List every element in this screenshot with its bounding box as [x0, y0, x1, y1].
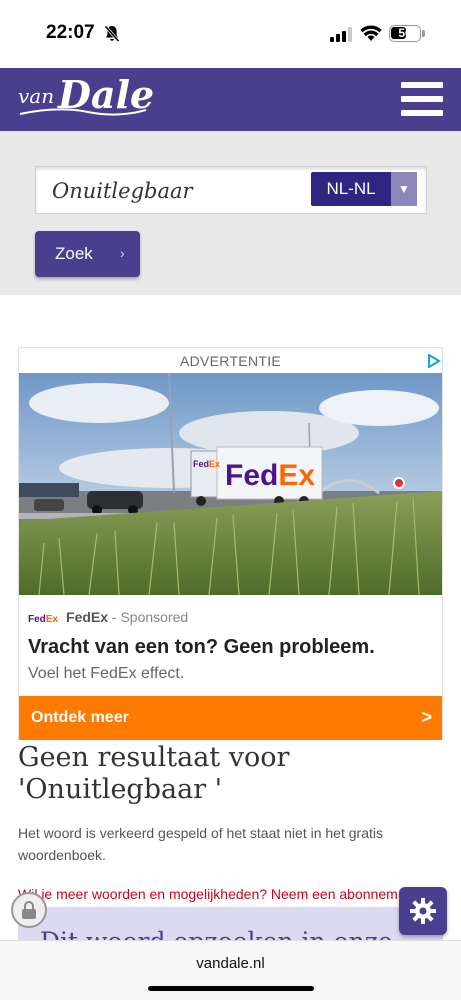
ad-headline[interactable]: Vracht van een ton? Geen probleem.: [28, 636, 375, 659]
ad-cta-button[interactable]: Ontdek meer >: [19, 696, 442, 740]
status-time: 22:07: [46, 22, 95, 43]
battery-percentage: 56: [398, 26, 412, 40]
adchoices-icon[interactable]: [427, 354, 441, 368]
site-header: van Dale: [0, 68, 461, 131]
search-button-label: Zoek: [55, 244, 93, 263]
result-description: Het woord is verkeerd gespeld of het sta…: [18, 825, 383, 863]
ad-image[interactable]: FedEx FedEx: [19, 373, 442, 595]
ad-sponsor: FedEx FedEx - Sponsored: [28, 609, 188, 625]
sponsor-name: FedEx: [66, 609, 109, 625]
fedex-truck-photo: FedEx FedEx: [19, 373, 442, 595]
logo-swoosh: [19, 108, 147, 116]
ad-label: ADVERTENTIE: [179, 353, 282, 369]
hamburger-menu-icon[interactable]: [401, 82, 443, 116]
search-box: NL-NL ▼: [35, 166, 427, 214]
chevron-right-icon: ›: [120, 245, 125, 261]
ad-subline: Voel het FedEx effect.: [28, 665, 185, 682]
search-button[interactable]: Zoek ›: [35, 231, 140, 277]
trailer-fedex-logo: FedEx: [225, 459, 315, 492]
browser-address-bar[interactable]: vandale.nl: [0, 940, 461, 1000]
search-area: NL-NL ▼ Zoek ›: [0, 131, 461, 295]
status-bar: 22:07 56: [0, 0, 461, 68]
url-text[interactable]: vandale.nl: [0, 955, 461, 972]
logo-van-text: van: [18, 84, 55, 108]
search-input[interactable]: [52, 175, 312, 207]
bell-slash-icon: [104, 25, 120, 43]
fedex-logo: FedEx: [28, 614, 59, 625]
cellular-signal-icon: [330, 27, 352, 42]
language-select[interactable]: NL-NL ▼: [311, 172, 417, 206]
ad-cta-label: Ontdek meer: [31, 709, 129, 726]
advertisement[interactable]: ADVERTENTIE FedEx FedEx FedEx FedEx - Sp…: [18, 347, 443, 740]
chevron-down-icon: ▼: [391, 172, 417, 206]
wifi-icon: [360, 25, 382, 41]
sponsored-label: - Sponsored: [108, 609, 189, 625]
language-select-value: NL-NL: [326, 179, 376, 198]
truck-cab-logo: FedEx: [193, 459, 220, 469]
battery-tip: [422, 30, 425, 37]
result-title: Geen resultaat voor 'Onuitlegbaar ': [18, 742, 290, 805]
chevron-right-icon: >: [421, 707, 432, 727]
subscription-link[interactable]: Wil je meer woorden en mogelijkheden? Ne…: [18, 886, 418, 902]
settings-gear-icon[interactable]: [399, 887, 447, 935]
home-indicator[interactable]: [148, 986, 314, 991]
battery-icon: 56: [389, 25, 421, 42]
lock-icon[interactable]: [11, 892, 47, 928]
